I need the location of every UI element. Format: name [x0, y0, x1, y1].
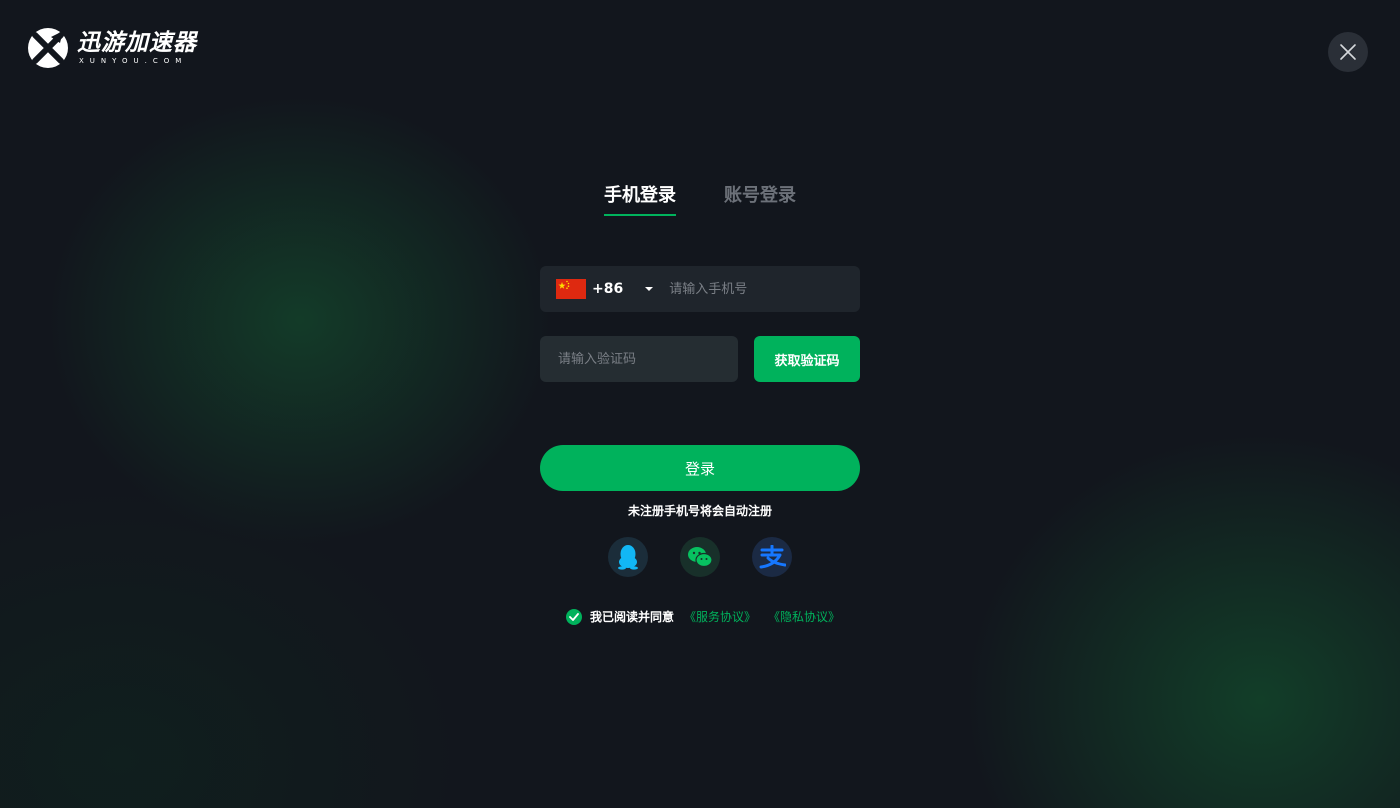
agreement-row: 我已阅读并同意 《服务协议》 《隐私协议》	[566, 608, 840, 625]
login-tabs: 手机登录 账号登录	[604, 184, 796, 216]
brand-domain: XUNYOU.COM	[79, 57, 188, 65]
close-button[interactable]	[1328, 32, 1368, 72]
close-icon	[1340, 44, 1356, 60]
country-code-select[interactable]: +86	[592, 281, 654, 297]
qq-login-button[interactable]	[608, 537, 648, 577]
verify-code-input[interactable]	[556, 350, 730, 368]
qq-icon	[618, 545, 638, 570]
background	[0, 0, 1400, 808]
checkmark-icon	[569, 612, 579, 621]
caret-down-icon	[645, 287, 654, 291]
xunyou-logo-icon	[28, 28, 68, 68]
tab-account-login[interactable]: 账号登录	[724, 184, 796, 216]
china-flag-icon	[556, 279, 586, 299]
agree-text: 我已阅读并同意	[590, 610, 675, 624]
alipay-login-button[interactable]	[752, 537, 792, 577]
agree-checkbox[interactable]	[566, 608, 582, 625]
alipay-icon	[759, 545, 786, 569]
brand-logo: 迅游加速器 XUNYOU.COM	[27, 27, 197, 69]
phone-field: +86	[540, 266, 860, 312]
auto-register-hint: 未注册手机号将会自动注册	[627, 504, 772, 518]
brand-name: 迅游加速器	[77, 30, 197, 56]
privacy-agreement-link[interactable]: 《隐私协议》	[768, 608, 840, 625]
wechat-icon	[688, 547, 713, 568]
tab-phone-login[interactable]: 手机登录	[604, 184, 676, 216]
wechat-login-button[interactable]	[680, 537, 720, 577]
country-code: +86	[592, 281, 624, 297]
get-code-button[interactable]: 获取验证码	[754, 336, 860, 382]
phone-input[interactable]	[667, 280, 852, 298]
service-agreement-link[interactable]: 《服务协议》	[684, 608, 756, 625]
verify-code-field	[540, 336, 738, 382]
login-button[interactable]: 登录	[540, 445, 860, 491]
